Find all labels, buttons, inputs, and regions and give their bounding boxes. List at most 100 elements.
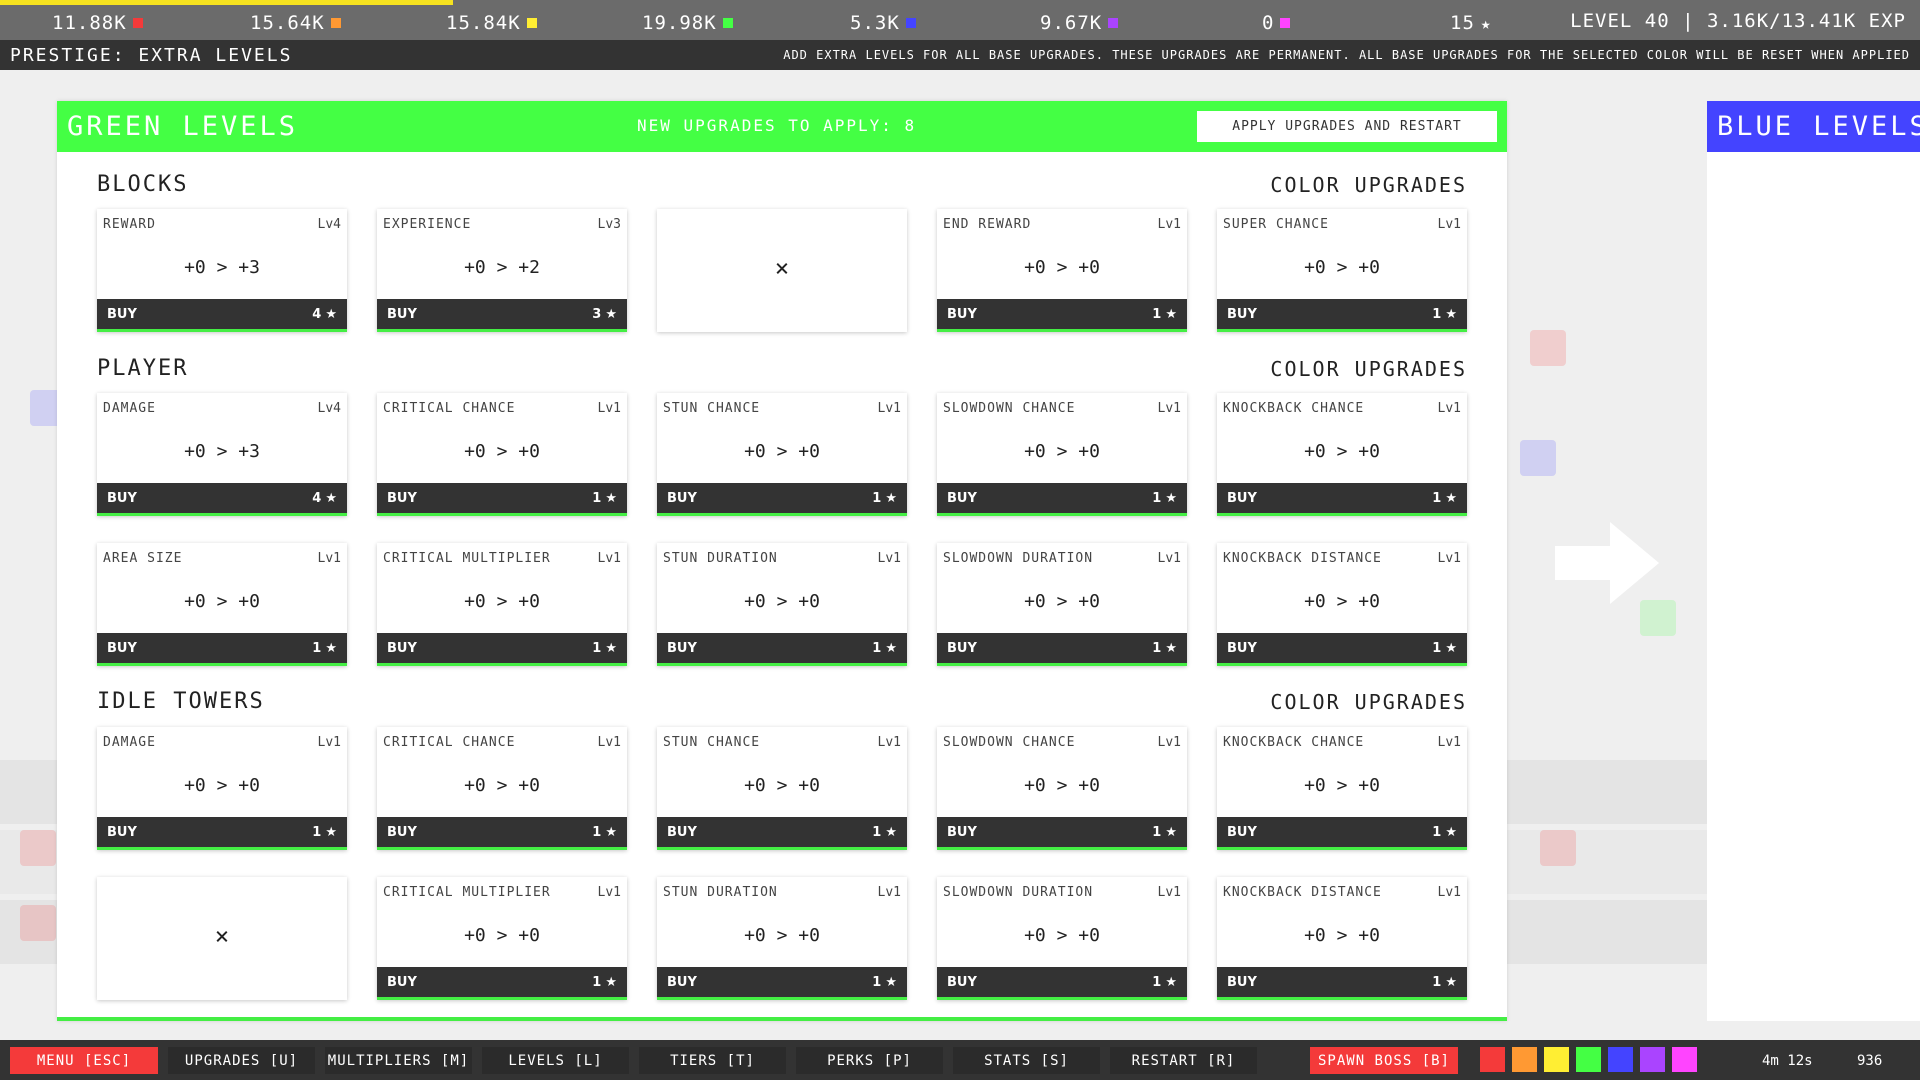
resource-pink-value: 0: [1262, 12, 1275, 34]
upgrade-level: Lv1: [877, 551, 901, 566]
color-chip-green[interactable]: [1576, 1047, 1601, 1072]
resource-purple-value: 9.67K: [1040, 12, 1103, 34]
tiers-button[interactable]: TIERS [T]: [639, 1047, 786, 1074]
upgrade-name: CRITICAL CHANCE: [383, 735, 516, 750]
color-chip-purple[interactable]: [1640, 1047, 1665, 1072]
buy-button[interactable]: BUY 1 ★: [657, 483, 907, 513]
square-icon: [330, 18, 341, 28]
buy-button[interactable]: BUY 1 ★: [937, 299, 1187, 329]
resource-orange-value: 15.64K: [250, 12, 325, 34]
color-chip-yellow[interactable]: [1544, 1047, 1569, 1072]
buy-button[interactable]: BUY 1 ★: [377, 483, 627, 513]
buy-button[interactable]: BUY 1 ★: [657, 817, 907, 847]
buy-button[interactable]: BUY 1 ★: [97, 817, 347, 847]
buy-button[interactable]: BUY 1 ★: [937, 483, 1187, 513]
buy-button[interactable]: BUY 1 ★: [1217, 299, 1467, 329]
star-icon: ★: [885, 640, 897, 656]
buy-button[interactable]: BUY 1 ★: [937, 633, 1187, 663]
cost-value: 1: [592, 974, 602, 990]
star-icon: ★: [605, 824, 617, 840]
star-icon: ★: [1445, 490, 1457, 506]
next-panel-arrow-icon[interactable]: [1555, 522, 1659, 604]
empty-slot-icon: ×: [774, 254, 790, 282]
buy-button[interactable]: BUY 4 ★: [97, 299, 347, 329]
upgrade-value: +0 > +0: [184, 775, 260, 796]
upgrade-value: +0 > +0: [1024, 925, 1100, 946]
buy-button[interactable]: BUY 1 ★: [657, 967, 907, 997]
buy-button[interactable]: BUY 1 ★: [1217, 633, 1467, 663]
cost-value: 1: [1152, 306, 1162, 322]
buy-cost: 1 ★: [312, 825, 337, 840]
buy-button[interactable]: BUY 1 ★: [1217, 817, 1467, 847]
buy-button[interactable]: BUY 1 ★: [97, 633, 347, 663]
upgrade-card: CRITICAL CHANCE Lv1 +0 > +0 BUY 1 ★: [377, 393, 627, 516]
star-icon: ★: [325, 824, 337, 840]
upgrade-card: STUN DURATION Lv1 +0 > +0 BUY 1 ★: [657, 877, 907, 1000]
buy-button[interactable]: BUY 1 ★: [377, 633, 627, 663]
upgrade-level: Lv4: [317, 217, 341, 232]
color-chip-blue[interactable]: [1608, 1047, 1633, 1072]
buy-button[interactable]: BUY 1 ★: [937, 967, 1187, 997]
restart-button[interactable]: RESTART [R]: [1110, 1047, 1257, 1074]
buy-cost: 1 ★: [1432, 641, 1457, 656]
buy-button[interactable]: BUY 1 ★: [377, 967, 627, 997]
star-icon: ★: [1445, 640, 1457, 656]
buy-button[interactable]: BUY 3 ★: [377, 299, 627, 329]
upgrade-name: STUN CHANCE: [663, 401, 761, 416]
screen-description: ADD EXTRA LEVELS FOR ALL BASE UPGRADES. …: [783, 48, 1910, 62]
stats-button[interactable]: STATS [S]: [953, 1047, 1100, 1074]
cost-value: 1: [872, 824, 882, 840]
empty-upgrade-slot: ×: [97, 877, 347, 1000]
buy-label: BUY: [947, 974, 977, 990]
cost-value: 3: [592, 306, 602, 322]
star-icon: ★: [1480, 13, 1492, 33]
empty-slot-icon: ×: [214, 922, 230, 950]
menu-button[interactable]: MENU [ESC]: [10, 1047, 158, 1074]
perks-button[interactable]: PERKS [P]: [796, 1047, 943, 1074]
levels-button[interactable]: LEVELS [L]: [482, 1047, 629, 1074]
buy-cost: 1 ★: [1152, 307, 1177, 322]
upgrade-card: DAMAGE Lv4 +0 > +3 BUY 4 ★: [97, 393, 347, 516]
buy-cost: 1 ★: [592, 641, 617, 656]
buy-cost: 1 ★: [872, 641, 897, 656]
upgrade-level: Lv1: [317, 735, 341, 750]
buy-button[interactable]: BUY 1 ★: [1217, 483, 1467, 513]
buy-label: BUY: [387, 490, 417, 506]
upgrade-card: AREA SIZE Lv1 +0 > +0 BUY 1 ★: [97, 543, 347, 666]
buy-button[interactable]: BUY 1 ★: [937, 817, 1187, 847]
buy-cost: 1 ★: [1432, 825, 1457, 840]
buy-cost: 3 ★: [592, 307, 617, 322]
cost-value: 1: [872, 490, 882, 506]
color-chip-orange[interactable]: [1512, 1047, 1537, 1072]
apply-upgrades-button[interactable]: APPLY UPGRADES AND RESTART: [1197, 111, 1497, 142]
buy-cost: 1 ★: [1152, 975, 1177, 990]
color-chip-red[interactable]: [1480, 1047, 1505, 1072]
upgrades-button[interactable]: UPGRADES [U]: [168, 1047, 315, 1074]
star-icon: ★: [1165, 640, 1177, 656]
upgrade-level: Lv1: [597, 401, 621, 416]
buy-label: BUY: [1227, 640, 1257, 656]
square-icon: [1280, 18, 1291, 28]
upgrade-name: DAMAGE: [103, 401, 156, 416]
buy-cost: 1 ★: [312, 641, 337, 656]
buy-button[interactable]: BUY 1 ★: [377, 817, 627, 847]
upgrade-name: CRITICAL CHANCE: [383, 401, 516, 416]
resource-blue: 5.3K: [850, 10, 916, 36]
buy-label: BUY: [667, 974, 697, 990]
upgrade-card: SUPER CHANCE Lv1 +0 > +0 BUY 1 ★: [1217, 209, 1467, 332]
star-icon: ★: [325, 640, 337, 656]
star-icon: ★: [325, 306, 337, 322]
blue-levels-panel[interactable]: BLUE LEVELS: [1707, 101, 1920, 1021]
cost-value: 1: [312, 640, 322, 656]
upgrade-card: DAMAGE Lv1 +0 > +0 BUY 1 ★: [97, 727, 347, 850]
upgrade-card: EXPERIENCE Lv3 +0 > +2 BUY 3 ★: [377, 209, 627, 332]
buy-button[interactable]: BUY 1 ★: [1217, 967, 1467, 997]
upgrade-name: SUPER CHANCE: [1223, 217, 1329, 232]
buy-button[interactable]: BUY 1 ★: [657, 633, 907, 663]
buy-label: BUY: [667, 490, 697, 506]
cost-value: 1: [1432, 306, 1442, 322]
color-chip-pink[interactable]: [1672, 1047, 1697, 1072]
spawn-boss-button[interactable]: SPAWN BOSS [B]: [1310, 1047, 1458, 1074]
buy-button[interactable]: BUY 4 ★: [97, 483, 347, 513]
multipliers-button[interactable]: MULTIPLIERS [M]: [325, 1047, 472, 1074]
